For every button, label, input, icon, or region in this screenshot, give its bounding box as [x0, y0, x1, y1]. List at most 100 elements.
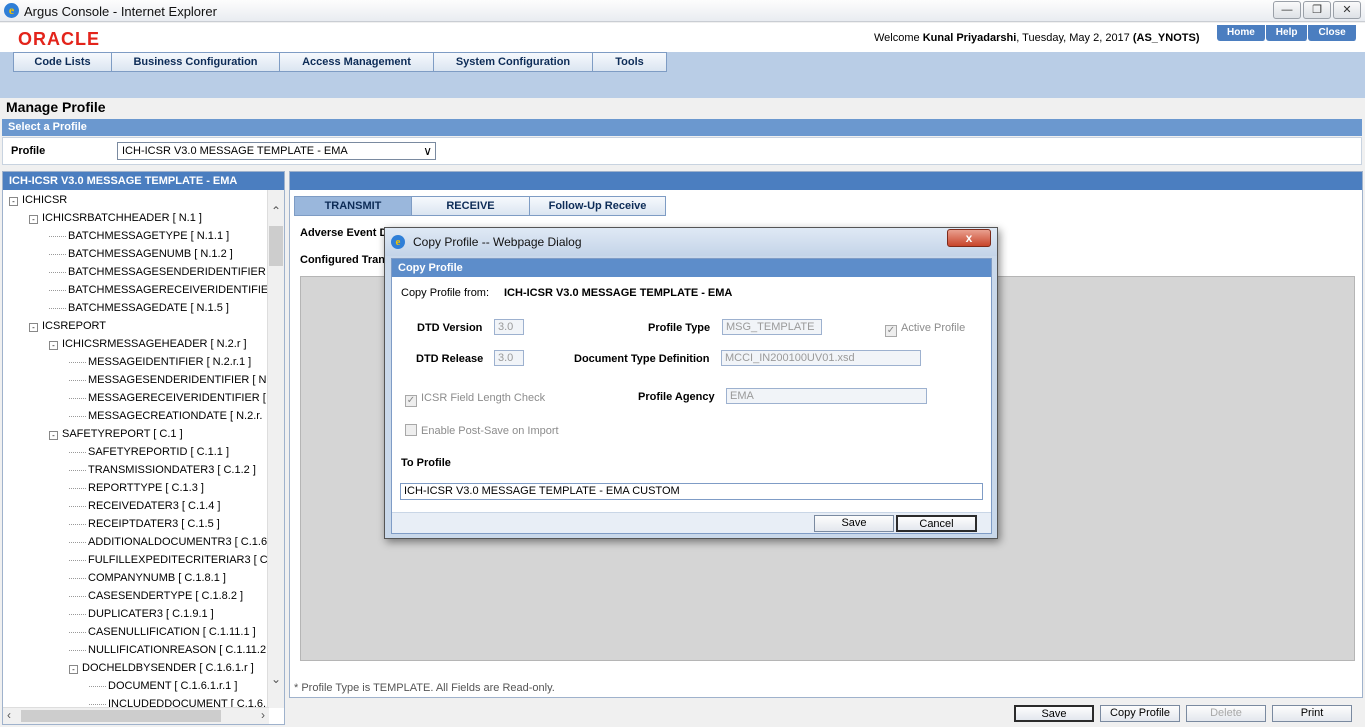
profile-select[interactable]: ICH-ICSR V3.0 MESSAGE TEMPLATE - EMA ∨ [117, 142, 436, 160]
tree-node[interactable]: MESSAGESENDERIDENTIFIER [ N [69, 371, 266, 389]
close-link[interactable]: Close [1308, 25, 1357, 41]
tree-node[interactable]: - DOCHELDBYSENDER [ C.1.6.1.r ] [69, 659, 254, 677]
tree-connector [69, 379, 86, 381]
delete-button[interactable]: Delete [1186, 705, 1266, 722]
app-header: ORACLE Welcome Kunal Priyadarshi, Tuesda… [0, 23, 1365, 54]
minimize-icon[interactable]: — [1273, 1, 1301, 19]
welcome-prefix: Welcome [874, 32, 920, 44]
tree-node[interactable]: BATCHMESSAGERECEIVERIDENTIFIE [49, 281, 268, 299]
tree-node[interactable]: REPORTTYPE [ C.1.3 ] [69, 479, 204, 497]
doc-type-field[interactable]: MCCI_IN200100UV01.xsd [721, 350, 921, 366]
copy-profile-button[interactable]: Copy Profile [1100, 705, 1180, 722]
tree-node[interactable]: MESSAGERECEIVERIDENTIFIER [ [69, 389, 266, 407]
dialog-close-icon[interactable]: x [947, 229, 991, 247]
tree-node[interactable]: - ICSREPORT [29, 317, 106, 335]
to-profile-input[interactable]: ICH-ICSR V3.0 MESSAGE TEMPLATE - EMA CUS… [400, 483, 983, 500]
footnote: * Profile Type is TEMPLATE. All Fields a… [294, 682, 555, 694]
doc-type-label: Document Type Definition [574, 353, 710, 365]
menu-code-lists[interactable]: Code Lists [13, 52, 112, 72]
scroll-right-icon[interactable]: › [261, 708, 265, 722]
tree-connector [89, 703, 106, 705]
tree-node[interactable]: RECEIPTDATER3 [ C.1.5 ] [69, 515, 220, 533]
tree-header: ICH-ICSR V3.0 MESSAGE TEMPLATE - EMA [3, 172, 284, 190]
tree-connector [69, 541, 86, 543]
scroll-thumb[interactable] [269, 226, 283, 266]
maximize-icon[interactable]: ❐ [1303, 1, 1331, 19]
collapse-icon[interactable]: - [29, 323, 38, 332]
tree-node[interactable]: CASESENDERTYPE [ C.1.8.2 ] [69, 587, 243, 605]
menu-system-configuration[interactable]: System Configuration [433, 52, 593, 72]
tree-node[interactable]: RECEIVEDATER3 [ C.1.4 ] [69, 497, 220, 515]
tree-node-label: RECEIVEDATER3 [ C.1.4 ] [88, 500, 221, 512]
tree-node[interactable]: - ICHICSRMESSAGEHEADER [ N.2.r ] [49, 335, 247, 353]
tree-node[interactable]: NULLIFICATIONREASON [ C.1.11.2 [69, 641, 266, 659]
tab-receive[interactable]: RECEIVE [411, 196, 530, 216]
print-button[interactable]: Print [1272, 705, 1352, 722]
tree-node[interactable]: FULFILLEXPEDITECRITERIAR3 [ C [69, 551, 268, 569]
tree-node[interactable]: DOCUMENT [ C.1.6.1.r.1 ] [89, 677, 237, 695]
dtd-release-field[interactable]: 3.0 [494, 350, 524, 366]
tree-horizontal-scrollbar[interactable]: ‹ › [3, 707, 269, 724]
tree-node[interactable]: ADDITIONALDOCUMENTR3 [ C.1.6 [69, 533, 267, 551]
profile-agency-field[interactable]: EMA [726, 388, 927, 404]
dialog-save-button[interactable]: Save [814, 515, 894, 532]
menu-tools[interactable]: Tools [592, 52, 667, 72]
tree-node[interactable]: BATCHMESSAGETYPE [ N.1.1 ] [49, 227, 229, 245]
tree-node[interactable]: - SAFETYREPORT [ C.1 ] [49, 425, 183, 443]
scroll-up-icon[interactable]: ⌃ [268, 204, 284, 218]
icsr-length-checkbox[interactable]: ✓ ICSR Field Length Check [405, 392, 545, 407]
tree-node[interactable]: SAFETYREPORTID [ C.1.1 ] [69, 443, 229, 461]
tree-node-label: DOCUMENT [ C.1.6.1.r.1 ] [108, 680, 238, 692]
collapse-icon[interactable]: - [29, 215, 38, 224]
tree-node-label: CASESENDERTYPE [ C.1.8.2 ] [88, 590, 244, 602]
profile-row: Profile ICH-ICSR V3.0 MESSAGE TEMPLATE -… [2, 137, 1362, 165]
collapse-icon[interactable]: - [49, 341, 58, 350]
to-profile-label: To Profile [401, 457, 451, 469]
tree-connector [49, 271, 66, 273]
menu-business-configuration[interactable]: Business Configuration [111, 52, 280, 72]
collapse-icon[interactable]: - [9, 197, 18, 206]
tree-node[interactable]: BATCHMESSAGESENDERIDENTIFIER [49, 263, 266, 281]
tree-node[interactable]: - ICHICSR [9, 191, 67, 209]
tree-node[interactable]: TRANSMISSIONDATER3 [ C.1.2 ] [69, 461, 256, 479]
tab-transmit[interactable]: TRANSMIT [294, 196, 412, 216]
home-link[interactable]: Home [1217, 25, 1266, 41]
hscroll-thumb[interactable] [21, 710, 221, 722]
oracle-logo: ORACLE [18, 29, 100, 49]
tree-node[interactable]: BATCHMESSAGENUMB [ N.1.2 ] [49, 245, 233, 263]
dialog-cancel-button[interactable]: Cancel [896, 515, 977, 532]
adverse-event-label: Adverse Event D [300, 227, 388, 239]
collapse-icon[interactable]: - [49, 431, 58, 440]
tab-follow-up-receive[interactable]: Follow-Up Receive [529, 196, 666, 216]
close-icon[interactable]: ✕ [1333, 1, 1361, 19]
active-profile-checkbox[interactable]: ✓ Active Profile [885, 322, 965, 337]
tree-node[interactable]: MESSAGECREATIONDATE [ N.2.r. [69, 407, 262, 425]
tree-node[interactable]: DUPLICATER3 [ C.1.9.1 ] [69, 605, 214, 623]
tree-connector [69, 649, 86, 651]
profile-type-field[interactable]: MSG_TEMPLATE [722, 319, 822, 335]
scroll-left-icon[interactable]: ‹ [7, 708, 11, 722]
collapse-icon[interactable]: - [69, 665, 78, 674]
top-links: Home Help Close [1217, 25, 1357, 41]
dtd-version-field[interactable]: 3.0 [494, 319, 524, 335]
tree-node[interactable]: - ICHICSRBATCHHEADER [ N.1 ] [29, 209, 202, 227]
tree-connector [49, 307, 66, 309]
checkbox-empty-icon [405, 424, 417, 436]
menu-access-management[interactable]: Access Management [279, 52, 434, 72]
post-save-checkbox[interactable]: Enable Post-Save on Import [405, 424, 559, 437]
welcome-text: Welcome Kunal Priyadarshi, Tuesday, May … [874, 32, 1199, 44]
tree-vertical-scrollbar[interactable]: ⌃ ⌄ [267, 190, 284, 708]
tree-node[interactable]: BATCHMESSAGEDATE [ N.1.5 ] [49, 299, 229, 317]
tree-node[interactable]: CASENULLIFICATION [ C.1.11.1 ] [69, 623, 256, 641]
dialog-titlebar: e Copy Profile -- Webpage Dialog x [385, 228, 997, 256]
save-button[interactable]: Save [1014, 705, 1094, 722]
tree-connector [69, 397, 86, 399]
tree-node[interactable]: MESSAGEIDENTIFIER [ N.2.r.1 ] [69, 353, 251, 371]
tree-node[interactable]: COMPANYNUMB [ C.1.8.1 ] [69, 569, 226, 587]
tree-node-label: MESSAGEIDENTIFIER [ N.2.r.1 ] [88, 356, 252, 368]
dialog-body: Copy Profile Copy Profile from: ICH-ICSR… [391, 258, 992, 534]
help-link[interactable]: Help [1265, 25, 1309, 41]
scroll-down-icon[interactable]: ⌄ [268, 672, 284, 686]
profile-type-label: Profile Type [648, 322, 711, 334]
tree-connector [69, 559, 86, 561]
